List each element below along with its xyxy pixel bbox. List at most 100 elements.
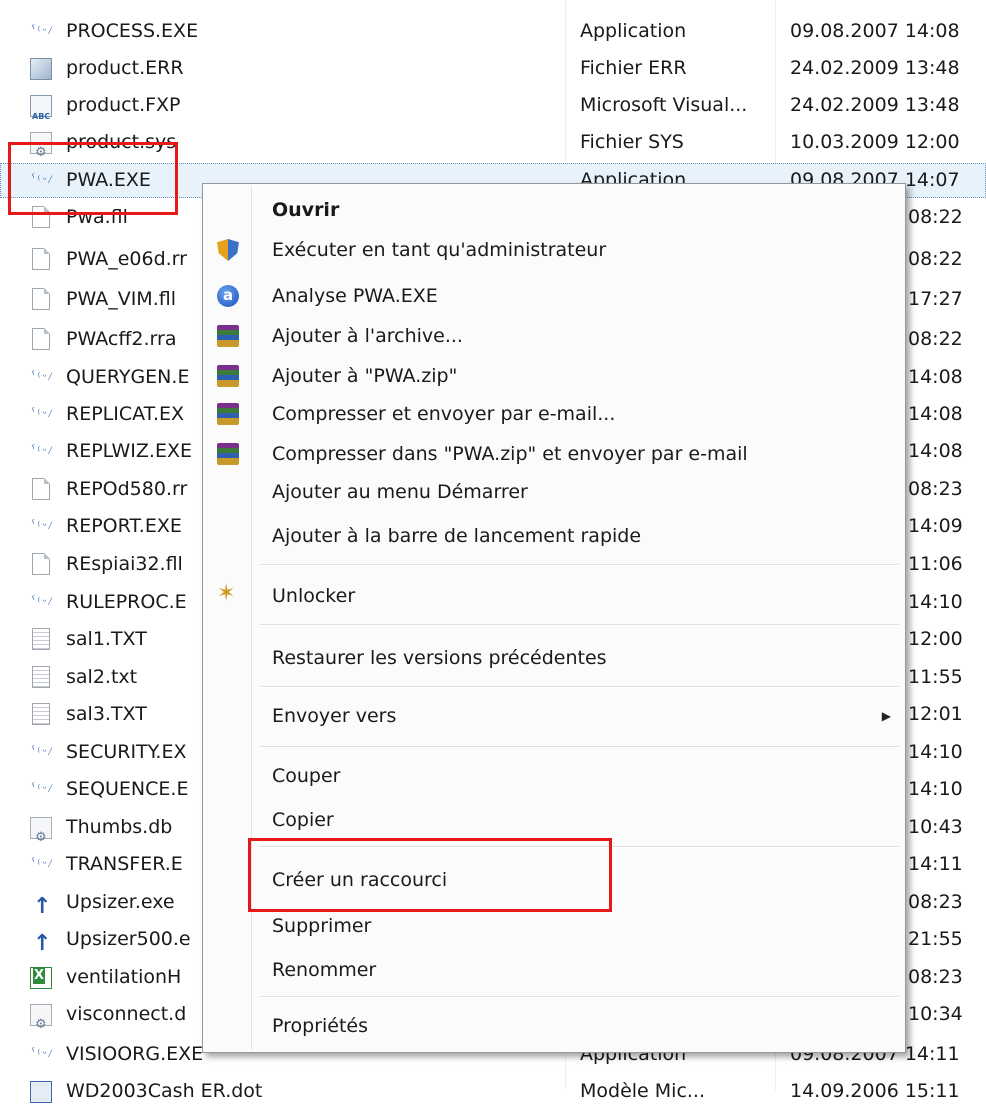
menu-item-open[interactable]: Ouvrir	[205, 190, 903, 230]
menu-item-send-to[interactable]: Envoyer vers ▶	[205, 696, 903, 736]
menu-item-unlocker[interactable]: ✶ Unlocker	[205, 576, 903, 616]
menu-item-label: Supprimer	[272, 915, 372, 937]
menu-item-cut[interactable]: Couper	[205, 756, 903, 796]
file-row[interactable]: ABC product.FXP Microsoft Visual... 24.02…	[0, 88, 986, 123]
application-icon: ˁ⁽ᵕ⁄	[30, 370, 53, 383]
application-icon: ˁ⁽ᵕ⁄	[30, 519, 53, 532]
blank-file-icon	[32, 553, 50, 575]
file-type: Fichier SYS	[580, 131, 684, 153]
menu-item-label: Compresser dans "PWA.zip" et envoyer par…	[272, 443, 748, 465]
menu-item-quick-launch[interactable]: Ajouter à la barre de lancement rapide	[205, 516, 903, 556]
menu-item-compress-email[interactable]: Compresser et envoyer par e-mail...	[205, 394, 903, 434]
file-name: visconnect.d	[66, 1003, 187, 1025]
file-name: TRANSFER.E	[66, 853, 183, 875]
menu-item-label: Exécuter en tant qu'administrateur	[272, 239, 607, 261]
file-name: REPLWIZ.EXE	[66, 440, 192, 462]
menu-item-run-as-admin[interactable]: Exécuter en tant qu'administrateur	[205, 230, 903, 270]
application-icon: ˁ⁽ᵕ⁄	[30, 782, 53, 795]
menu-separator	[259, 624, 899, 626]
file-name: VISIOORG.EXE	[66, 1043, 204, 1065]
file-date: 11:06	[908, 553, 963, 575]
file-name: ventilationH	[66, 966, 182, 988]
file-row[interactable]: WD2003Cash ER.dot Modèle Mic... 14.09.20…	[0, 1074, 986, 1109]
menu-item-label: Ouvrir	[272, 199, 340, 221]
file-name: sal3.TXT	[66, 703, 147, 725]
application-icon: ˁ⁽ᵕ⁄	[30, 24, 53, 37]
menu-item-rename[interactable]: Renommer	[205, 950, 903, 990]
blank-file-icon	[32, 328, 50, 350]
winrar-archive-icon	[217, 325, 239, 347]
file-date: 14:10	[908, 591, 963, 613]
menu-item-pin-start-menu[interactable]: Ajouter au menu Démarrer	[205, 472, 903, 512]
unlocker-wand-icon: ✶	[217, 581, 236, 606]
file-date: 12:01	[908, 703, 963, 725]
application-icon: ˁ⁽ᵕ⁄	[30, 595, 53, 608]
file-date: 12:00	[908, 628, 963, 650]
menu-item-label: Couper	[272, 765, 341, 787]
application-icon: ˁ⁽ᵕ⁄	[30, 857, 53, 870]
text-file-icon	[32, 703, 50, 725]
file-date: 14:11	[908, 853, 963, 875]
upsizer-arrow-icon: ↑	[33, 931, 52, 956]
menu-separator	[259, 564, 899, 566]
menu-item-label: Envoyer vers	[272, 705, 397, 727]
file-name: REPLICAT.EX	[66, 403, 185, 425]
file-date: 08:23	[908, 891, 963, 913]
file-name: PWA_VIM.fll	[66, 288, 176, 310]
menu-item-label: Renommer	[272, 959, 377, 981]
menu-item-label: Copier	[272, 809, 334, 831]
uac-shield-icon	[217, 239, 239, 261]
menu-item-copy[interactable]: Copier	[205, 800, 903, 840]
file-date: 08:22	[908, 248, 963, 270]
file-date: 14:08	[908, 403, 963, 425]
menu-item-label: Ajouter à l'archive...	[272, 325, 463, 347]
antivirus-scan-icon: a	[217, 285, 239, 307]
file-date: 11:55	[908, 666, 963, 688]
file-date: 14:10	[908, 778, 963, 800]
menu-item-label: Ajouter à "PWA.zip"	[272, 365, 458, 387]
err-file-icon	[30, 58, 52, 80]
file-date: 14:10	[908, 741, 963, 763]
menu-item-label: Restaurer les versions précédentes	[272, 647, 607, 669]
file-name: product.ERR	[66, 57, 184, 79]
menu-item-add-to-zip[interactable]: Ajouter à "PWA.zip"	[205, 356, 903, 396]
text-file-icon	[32, 666, 50, 688]
highlight-box-create-shortcut	[248, 838, 612, 912]
file-date: 14.09.2006 15:11	[790, 1080, 960, 1102]
menu-separator	[259, 686, 899, 688]
word-template-icon	[30, 1081, 52, 1103]
system-file-icon: ⚙	[30, 1004, 52, 1032]
file-row[interactable]: product.ERR Fichier ERR 24.02.2009 13:48	[0, 51, 986, 86]
menu-item-delete[interactable]: Supprimer	[205, 906, 903, 946]
file-name: Upsizer500.e	[66, 928, 191, 950]
menu-item-properties[interactable]: Propriétés	[205, 1006, 903, 1046]
application-icon: ˁ⁽ᵕ⁄	[30, 1047, 53, 1060]
context-menu: Ouvrir Exécuter en tant qu'administrateu…	[202, 183, 906, 1053]
menu-item-label: Ajouter à la barre de lancement rapide	[272, 525, 642, 547]
submenu-arrow-icon: ▶	[881, 709, 891, 723]
file-name: sal1.TXT	[66, 628, 147, 650]
file-date: 17:27	[908, 288, 963, 310]
menu-item-restore-versions[interactable]: Restaurer les versions précédentes	[205, 638, 903, 678]
system-file-icon: ⚙	[30, 817, 52, 845]
menu-item-add-to-archive[interactable]: Ajouter à l'archive...	[205, 316, 903, 356]
application-icon: ˁ⁽ᵕ⁄	[30, 407, 53, 420]
excel-file-icon: X	[30, 967, 52, 989]
file-date: 08:23	[908, 966, 963, 988]
file-date: 08:22	[908, 328, 963, 350]
text-file-icon	[32, 628, 50, 650]
menu-item-scan[interactable]: a Analyse PWA.EXE	[205, 276, 903, 316]
menu-item-compress-zip-email[interactable]: Compresser dans "PWA.zip" et envoyer par…	[205, 434, 903, 474]
file-name: SECURITY.EX	[66, 741, 187, 763]
file-name: product.FXP	[66, 94, 181, 116]
winrar-archive-icon	[217, 443, 239, 465]
file-date: 24.02.2009 13:48	[790, 57, 960, 79]
file-name: SEQUENCE.E	[66, 778, 189, 800]
file-name: Upsizer.exe	[66, 891, 175, 913]
file-date: 10:34	[908, 1003, 963, 1025]
file-name: Thumbs.db	[66, 816, 173, 838]
file-name: REPORT.EXE	[66, 515, 182, 537]
file-name: RULEPROC.E	[66, 591, 187, 613]
file-row[interactable]: ˁ⁽ᵕ⁄ PROCESS.EXE Application 09.08.2007 1…	[0, 14, 986, 49]
file-date: 08:23	[908, 478, 963, 500]
